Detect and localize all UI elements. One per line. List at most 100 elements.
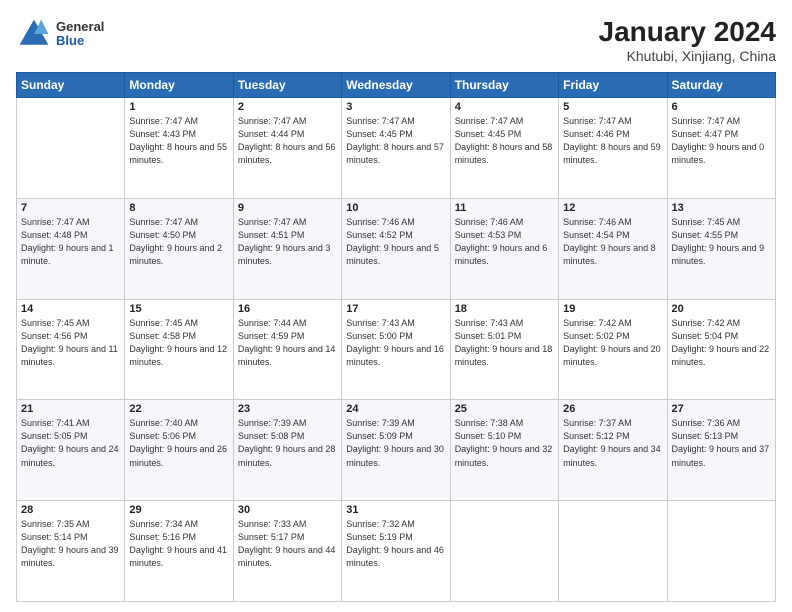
calendar-cell bbox=[450, 501, 558, 602]
calendar-cell: 7 Sunrise: 7:47 AMSunset: 4:48 PMDaylight… bbox=[17, 198, 125, 299]
calendar-cell: 20 Sunrise: 7:42 AMSunset: 5:04 PMDayligh… bbox=[667, 299, 775, 400]
calendar-week-2: 7 Sunrise: 7:47 AMSunset: 4:48 PMDaylight… bbox=[17, 198, 776, 299]
day-number: 25 bbox=[455, 403, 554, 415]
calendar-cell: 31 Sunrise: 7:32 AMSunset: 5:19 PMDayligh… bbox=[342, 501, 450, 602]
day-info: Sunrise: 7:39 AMSunset: 5:08 PMDaylight:… bbox=[238, 417, 337, 469]
day-info: Sunrise: 7:42 AMSunset: 5:02 PMDaylight:… bbox=[563, 317, 662, 369]
calendar-week-1: 1 Sunrise: 7:47 AMSunset: 4:43 PMDaylight… bbox=[17, 98, 776, 199]
day-info: Sunrise: 7:47 AMSunset: 4:47 PMDaylight:… bbox=[672, 115, 771, 167]
day-info: Sunrise: 7:36 AMSunset: 5:13 PMDaylight:… bbox=[672, 417, 771, 469]
calendar-cell: 10Sunrise: 7:46 AMSunset: 4:52 PMDayligh… bbox=[342, 198, 450, 299]
calendar-subtitle: Khutubi, Xinjiang, China bbox=[599, 48, 776, 64]
day-info: Sunrise: 7:33 AMSunset: 5:17 PMDaylight:… bbox=[238, 518, 337, 570]
day-info: Sunrise: 7:42 AMSunset: 5:04 PMDaylight:… bbox=[672, 317, 771, 369]
day-number: 8 bbox=[129, 202, 228, 214]
day-number: 18 bbox=[455, 303, 554, 315]
day-info: Sunrise: 7:47 AMSunset: 4:45 PMDaylight:… bbox=[455, 115, 554, 167]
day-info: Sunrise: 7:44 AMSunset: 4:59 PMDaylight:… bbox=[238, 317, 337, 369]
day-info: Sunrise: 7:41 AMSunset: 5:05 PMDaylight:… bbox=[21, 417, 120, 469]
calendar-week-4: 21 Sunrise: 7:41 AMSunset: 5:05 PMDayligh… bbox=[17, 400, 776, 501]
calendar-cell: 24Sunrise: 7:39 AMSunset: 5:09 PMDayligh… bbox=[342, 400, 450, 501]
day-info: Sunrise: 7:47 AMSunset: 4:45 PMDaylight:… bbox=[346, 115, 445, 167]
day-info: Sunrise: 7:40 AMSunset: 5:06 PMDaylight:… bbox=[129, 417, 228, 469]
calendar-cell bbox=[559, 501, 667, 602]
calendar-cell: 5 Sunrise: 7:47 AMSunset: 4:46 PMDaylight… bbox=[559, 98, 667, 199]
day-info: Sunrise: 7:47 AMSunset: 4:43 PMDaylight:… bbox=[129, 115, 228, 167]
day-number: 14 bbox=[21, 303, 120, 315]
day-number: 12 bbox=[563, 202, 662, 214]
logo-text: General Blue bbox=[56, 20, 104, 49]
day-info: Sunrise: 7:43 AMSunset: 5:00 PMDaylight:… bbox=[346, 317, 445, 369]
calendar-title: January 2024 bbox=[599, 16, 776, 48]
calendar-cell: 30 Sunrise: 7:33 AMSunset: 5:17 PMDayligh… bbox=[233, 501, 341, 602]
day-number: 1 bbox=[129, 101, 228, 113]
calendar-cell: 15Sunrise: 7:45 AMSunset: 4:58 PMDayligh… bbox=[125, 299, 233, 400]
calendar-cell: 14 Sunrise: 7:45 AMSunset: 4:56 PMDayligh… bbox=[17, 299, 125, 400]
weekday-header-monday: Monday bbox=[125, 73, 233, 98]
day-number: 9 bbox=[238, 202, 337, 214]
day-number: 10 bbox=[346, 202, 445, 214]
day-info: Sunrise: 7:34 AMSunset: 5:16 PMDaylight:… bbox=[129, 518, 228, 570]
calendar-cell: 3 Sunrise: 7:47 AMSunset: 4:45 PMDaylight… bbox=[342, 98, 450, 199]
day-info: Sunrise: 7:35 AMSunset: 5:14 PMDaylight:… bbox=[21, 518, 120, 570]
day-info: Sunrise: 7:47 AMSunset: 4:50 PMDaylight:… bbox=[129, 216, 228, 268]
day-number: 15 bbox=[129, 303, 228, 315]
calendar-cell: 26 Sunrise: 7:37 AMSunset: 5:12 PMDayligh… bbox=[559, 400, 667, 501]
day-number: 6 bbox=[672, 101, 771, 113]
logo-blue: Blue bbox=[56, 34, 104, 48]
calendar-cell: 2Sunrise: 7:47 AMSunset: 4:44 PMDaylight… bbox=[233, 98, 341, 199]
calendar-cell: 1 Sunrise: 7:47 AMSunset: 4:43 PMDaylight… bbox=[125, 98, 233, 199]
calendar-cell: 22Sunrise: 7:40 AMSunset: 5:06 PMDayligh… bbox=[125, 400, 233, 501]
day-info: Sunrise: 7:47 AMSunset: 4:44 PMDaylight:… bbox=[238, 115, 337, 167]
day-info: Sunrise: 7:45 AMSunset: 4:56 PMDaylight:… bbox=[21, 317, 120, 369]
day-info: Sunrise: 7:32 AMSunset: 5:19 PMDaylight:… bbox=[346, 518, 445, 570]
header: General Blue January 2024 Khutubi, Xinji… bbox=[16, 16, 776, 64]
day-number: 21 bbox=[21, 403, 120, 415]
day-info: Sunrise: 7:39 AMSunset: 5:09 PMDaylight:… bbox=[346, 417, 445, 469]
day-number: 27 bbox=[672, 403, 771, 415]
weekday-header-row: SundayMondayTuesdayWednesdayThursdayFrid… bbox=[17, 73, 776, 98]
weekday-header-wednesday: Wednesday bbox=[342, 73, 450, 98]
day-info: Sunrise: 7:47 AMSunset: 4:51 PMDaylight:… bbox=[238, 216, 337, 268]
title-block: January 2024 Khutubi, Xinjiang, China bbox=[599, 16, 776, 64]
day-info: Sunrise: 7:37 AMSunset: 5:12 PMDaylight:… bbox=[563, 417, 662, 469]
calendar-cell bbox=[17, 98, 125, 199]
logo-icon bbox=[16, 16, 52, 52]
day-number: 17 bbox=[346, 303, 445, 315]
calendar-cell: 12Sunrise: 7:46 AMSunset: 4:54 PMDayligh… bbox=[559, 198, 667, 299]
day-number: 31 bbox=[346, 504, 445, 516]
calendar-table: SundayMondayTuesdayWednesdayThursdayFrid… bbox=[16, 72, 776, 602]
calendar-cell: 18 Sunrise: 7:43 AMSunset: 5:01 PMDayligh… bbox=[450, 299, 558, 400]
day-number: 26 bbox=[563, 403, 662, 415]
day-number: 20 bbox=[672, 303, 771, 315]
weekday-header-thursday: Thursday bbox=[450, 73, 558, 98]
day-number: 28 bbox=[21, 504, 120, 516]
calendar-cell: 28 Sunrise: 7:35 AMSunset: 5:14 PMDayligh… bbox=[17, 501, 125, 602]
day-number: 7 bbox=[21, 202, 120, 214]
day-number: 23 bbox=[238, 403, 337, 415]
page: General Blue January 2024 Khutubi, Xinji… bbox=[0, 0, 792, 612]
day-info: Sunrise: 7:47 AMSunset: 4:48 PMDaylight:… bbox=[21, 216, 120, 268]
calendar-cell: 8 Sunrise: 7:47 AMSunset: 4:50 PMDaylight… bbox=[125, 198, 233, 299]
calendar-cell: 4Sunrise: 7:47 AMSunset: 4:45 PMDaylight… bbox=[450, 98, 558, 199]
calendar-week-5: 28 Sunrise: 7:35 AMSunset: 5:14 PMDayligh… bbox=[17, 501, 776, 602]
calendar-cell: 11 Sunrise: 7:46 AMSunset: 4:53 PMDayligh… bbox=[450, 198, 558, 299]
weekday-header-sunday: Sunday bbox=[17, 73, 125, 98]
day-number: 30 bbox=[238, 504, 337, 516]
day-number: 5 bbox=[563, 101, 662, 113]
calendar-cell: 29 Sunrise: 7:34 AMSunset: 5:16 PMDayligh… bbox=[125, 501, 233, 602]
day-info: Sunrise: 7:47 AMSunset: 4:46 PMDaylight:… bbox=[563, 115, 662, 167]
weekday-header-saturday: Saturday bbox=[667, 73, 775, 98]
logo-general: General bbox=[56, 20, 104, 34]
day-number: 11 bbox=[455, 202, 554, 214]
day-number: 29 bbox=[129, 504, 228, 516]
calendar-cell bbox=[667, 501, 775, 602]
day-info: Sunrise: 7:43 AMSunset: 5:01 PMDaylight:… bbox=[455, 317, 554, 369]
calendar-cell: 9 Sunrise: 7:47 AMSunset: 4:51 PMDaylight… bbox=[233, 198, 341, 299]
calendar-cell: 16 Sunrise: 7:44 AMSunset: 4:59 PMDayligh… bbox=[233, 299, 341, 400]
day-number: 16 bbox=[238, 303, 337, 315]
day-number: 3 bbox=[346, 101, 445, 113]
day-info: Sunrise: 7:46 AMSunset: 4:53 PMDaylight:… bbox=[455, 216, 554, 268]
calendar-cell: 21 Sunrise: 7:41 AMSunset: 5:05 PMDayligh… bbox=[17, 400, 125, 501]
weekday-header-tuesday: Tuesday bbox=[233, 73, 341, 98]
